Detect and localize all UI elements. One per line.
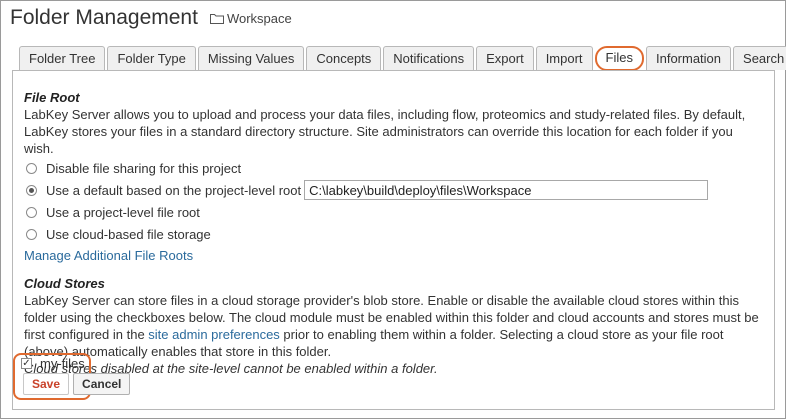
page-header: Folder Management Workspace <box>10 6 292 30</box>
tab-concepts[interactable]: Concepts <box>306 46 382 70</box>
cloud-store-name: my-files <box>40 356 85 371</box>
option-default-root[interactable]: Use a default based on the project-level… <box>24 179 766 201</box>
option-project-root[interactable]: Use a project-level file root <box>24 201 766 223</box>
cloud-stores-note: Cloud stores disabled at the site-level … <box>24 361 438 376</box>
tab-folder-type[interactable]: Folder Type <box>107 46 196 70</box>
cloud-stores-title: Cloud Stores <box>24 276 105 291</box>
cloud-store-checkbox[interactable]: ✓ <box>21 358 32 369</box>
default-root-path-input[interactable] <box>304 180 709 200</box>
option-label: Use cloud-based file storage <box>46 226 211 242</box>
folder-breadcrumb[interactable]: Workspace <box>209 11 292 26</box>
files-panel: File Root LabKey Server allows you to up… <box>12 70 775 410</box>
option-disable-sharing[interactable]: Disable file sharing for this project <box>24 157 766 179</box>
site-admin-preferences-link[interactable]: site admin preferences <box>148 327 280 342</box>
tab-missing-values[interactable]: Missing Values <box>197 46 305 70</box>
tab-folder-tree[interactable]: Folder Tree <box>19 46 106 70</box>
manage-file-roots-link[interactable]: Manage Additional File Roots <box>24 248 193 263</box>
option-label: Disable file sharing for this project <box>46 160 242 176</box>
radio-project-root[interactable] <box>26 206 37 218</box>
tab-notifications[interactable]: Notifications <box>383 46 475 70</box>
radio-cloud-storage[interactable] <box>26 228 37 240</box>
page-title: Folder Management <box>10 6 198 29</box>
cancel-button[interactable]: Cancel <box>73 373 131 395</box>
save-button[interactable]: Save <box>23 373 70 395</box>
cloud-store-row[interactable]: ✓ my-files <box>21 356 85 371</box>
form-actions: Save Cancel <box>23 373 131 395</box>
option-label: Use a default based on the project-level… <box>46 182 302 198</box>
file-root-description: LabKey Server allows you to upload and p… <box>24 107 746 156</box>
folder-icon <box>209 13 224 24</box>
radio-default-root[interactable] <box>26 184 37 196</box>
option-cloud-storage[interactable]: Use cloud-based file storage <box>24 223 766 245</box>
cloud-stores-description: LabKey Server can store files in a cloud… <box>24 292 766 360</box>
tab-bar: Folder Tree Folder Type Missing Values C… <box>19 46 786 71</box>
tab-information[interactable]: Information <box>645 46 732 70</box>
tab-import[interactable]: Import <box>535 46 593 70</box>
option-label: Use a project-level file root <box>46 204 200 220</box>
radio-disable-sharing[interactable] <box>26 162 37 174</box>
tab-search[interactable]: Search <box>733 46 786 70</box>
file-root-title: File Root <box>24 90 80 105</box>
tab-export[interactable]: Export <box>476 46 534 70</box>
tab-files[interactable]: Files <box>594 46 644 71</box>
folder-name: Workspace <box>226 11 292 26</box>
